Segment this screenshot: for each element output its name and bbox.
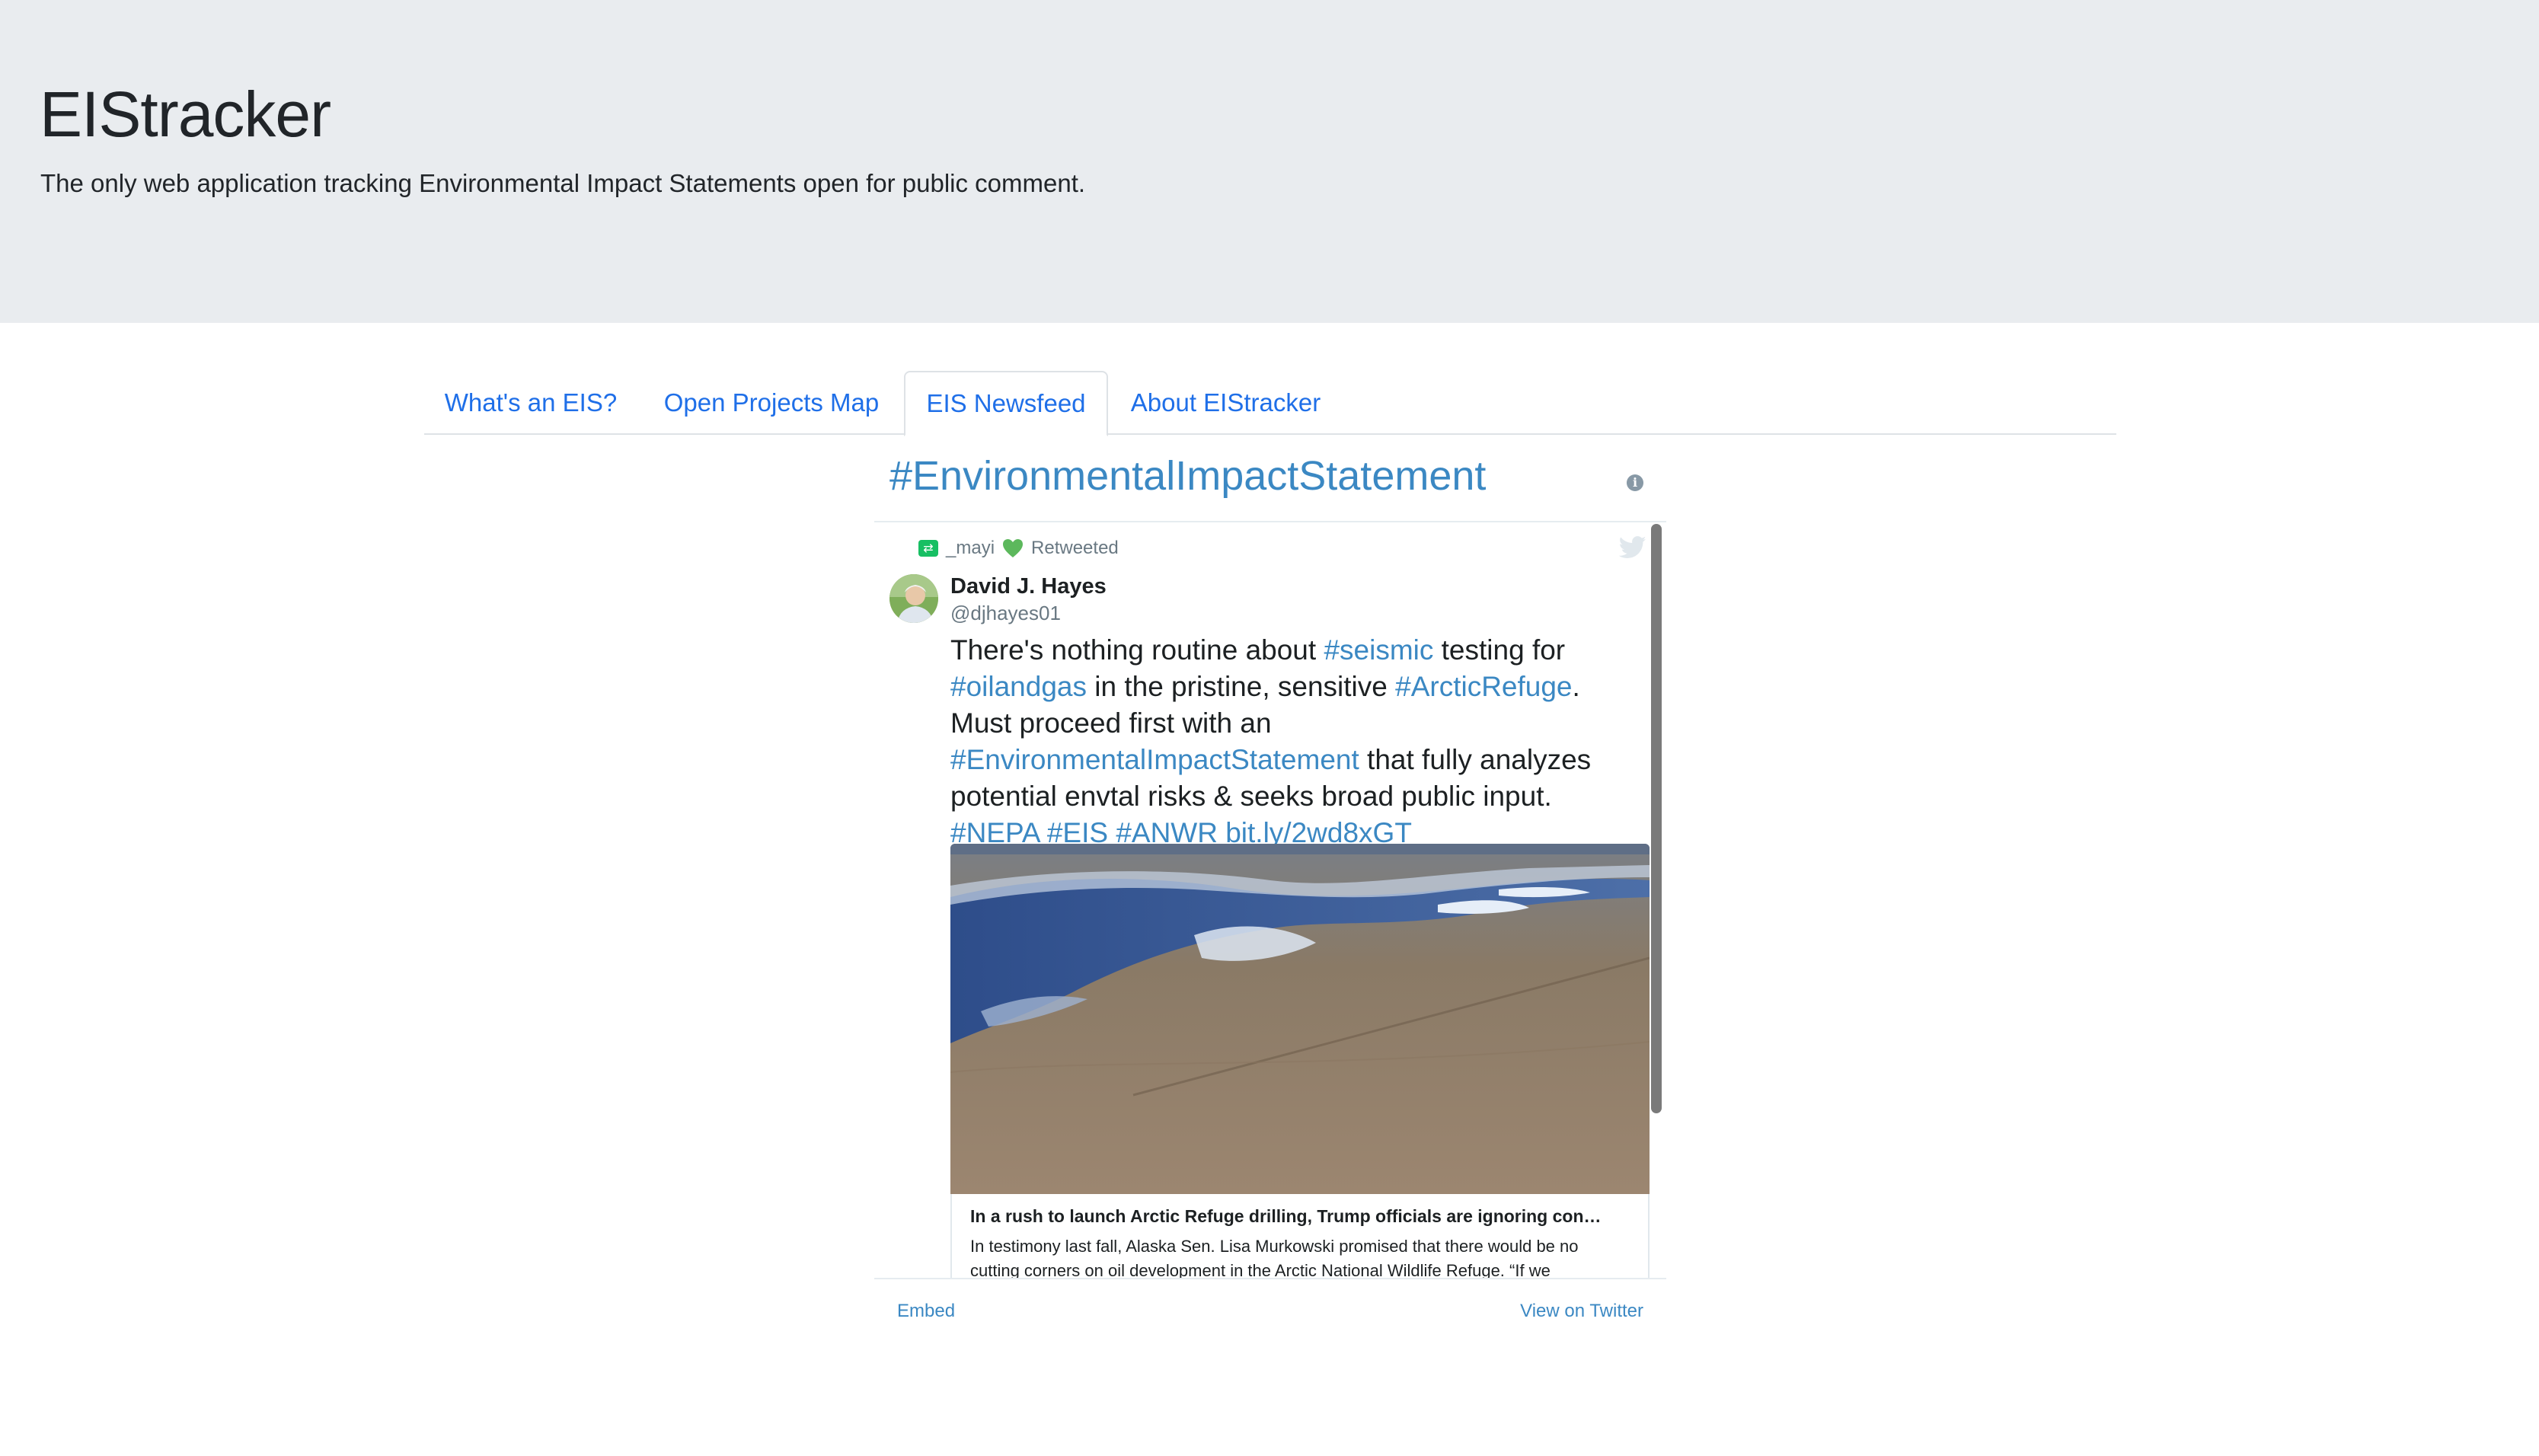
- tweet: ⇄ _mayi Retweeted David J. Hayes @djhaye…: [874, 524, 1666, 1278]
- hashtag-environmentalimpactstatement[interactable]: #EnvironmentalImpactStatement: [950, 744, 1359, 775]
- tab-whats-an-eis-link[interactable]: What's an EIS?: [428, 371, 634, 435]
- avatar[interactable]: [889, 574, 938, 623]
- hashtag-seismic[interactable]: #seismic: [1324, 634, 1433, 666]
- timeline-title[interactable]: #EnvironmentalImpactStatement: [889, 452, 1486, 500]
- info-icon[interactable]: i: [1627, 474, 1643, 491]
- app-tagline: The only web application tracking Enviro…: [40, 169, 1086, 197]
- timeline-header: #EnvironmentalImpactStatement i: [874, 446, 1666, 522]
- twitter-timeline: #EnvironmentalImpactStatement i ⇄ _mayi …: [874, 446, 1666, 1345]
- retweet-icon: ⇄: [918, 540, 938, 557]
- link-card[interactable]: In a rush to launch Arctic Refuge drilli…: [950, 1194, 1650, 1278]
- retweet-label: Retweeted: [1031, 538, 1119, 558]
- twitter-bird-icon[interactable]: [1619, 536, 1646, 559]
- tweet-text-part: There's nothing routine about: [950, 634, 1324, 666]
- hashtag-arcticrefuge[interactable]: #ArcticRefuge: [1395, 671, 1572, 702]
- tweet-text-part: in the pristine, sensitive: [1086, 671, 1396, 702]
- timeline-scrollbar[interactable]: [1651, 524, 1662, 1113]
- retweet-context: ⇄ _mayi Retweeted: [918, 538, 1119, 559]
- tab-open-projects-map[interactable]: Open Projects Map: [643, 371, 900, 435]
- card-description: In testimony last fall, Alaska Sen. Lisa…: [970, 1237, 1579, 1278]
- author-handle[interactable]: @djhayes01: [950, 602, 1061, 625]
- retweeter-name[interactable]: _mayi: [946, 538, 995, 559]
- author-name[interactable]: David J. Hayes: [950, 574, 1107, 599]
- hashtag-oilandgas[interactable]: #oilandgas: [950, 671, 1087, 702]
- tweet-text-part: testing for: [1433, 634, 1566, 666]
- card-title: In a rush to launch Arctic Refuge drilli…: [970, 1206, 1602, 1226]
- tweet-media-image[interactable]: [950, 844, 1650, 1194]
- tab-eis-newsfeed[interactable]: EIS Newsfeed: [904, 371, 1108, 436]
- app-title: EIStracker: [40, 78, 331, 150]
- embed-link[interactable]: Embed: [897, 1301, 955, 1322]
- tab-about-eistracker[interactable]: About EIStracker: [1113, 371, 1338, 435]
- timeline-footer: Embed View on Twitter: [874, 1278, 1666, 1345]
- jumbotron-header: EIStracker The only web application trac…: [0, 0, 2539, 323]
- view-on-twitter-link[interactable]: View on Twitter: [1520, 1301, 1643, 1322]
- tweet-text: There's nothing routine about #seismic t…: [950, 632, 1643, 851]
- heart-icon: [1003, 539, 1024, 557]
